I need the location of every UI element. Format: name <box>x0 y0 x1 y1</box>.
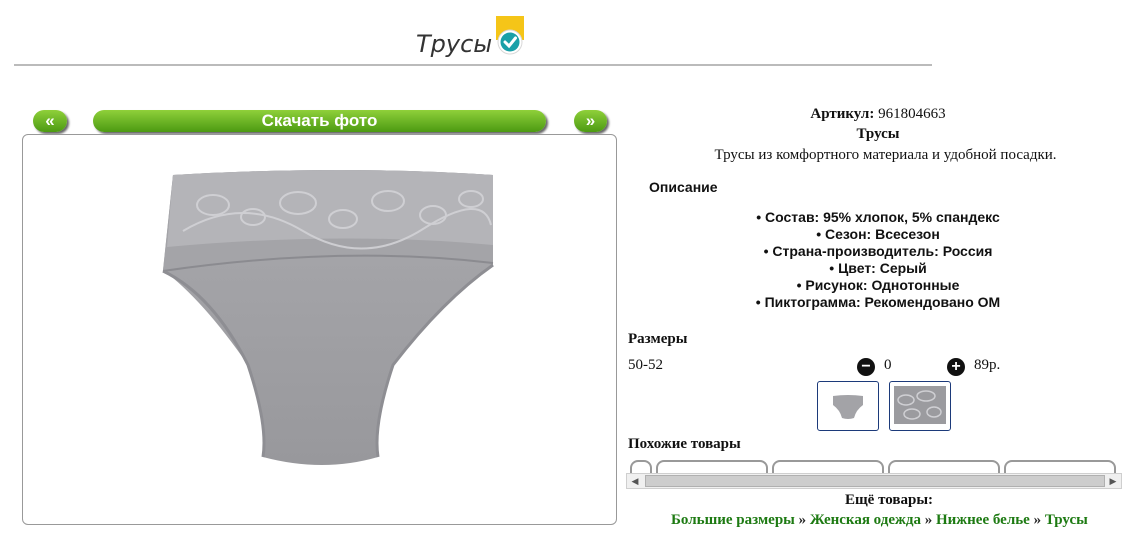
carousel-item[interactable] <box>1004 460 1116 474</box>
prev-photo-button[interactable]: « <box>33 110 67 132</box>
sizes-heading: Размеры <box>628 331 688 347</box>
description-heading: Описание <box>649 179 718 195</box>
briefs-image <box>162 170 494 465</box>
article-value: 961804663 <box>878 106 946 122</box>
breadcrumb-link[interactable]: Трусы <box>1045 512 1088 528</box>
carousel-item[interactable] <box>630 460 652 474</box>
property-item: Пиктограмма: Рекомендовано ОМ <box>628 294 1124 311</box>
breadcrumb-link[interactable]: Женская одежда <box>810 512 921 528</box>
product-short-description: Трусы из комфортного материала и удобной… <box>714 147 1057 163</box>
size-label: 50-52 <box>628 357 663 373</box>
size-row: 50-52 − 0 + 89р. <box>628 357 1048 377</box>
breadcrumb-separator: » <box>798 512 807 528</box>
property-item: Цвет: Серый <box>628 260 1124 277</box>
carousel-scrollbar[interactable]: ◀ ▶ <box>626 473 1122 489</box>
property-item: Страна-производитель: Россия <box>628 243 1124 260</box>
verified-check-icon <box>496 16 524 55</box>
breadcrumb-link[interactable]: Нижнее белье <box>936 512 1030 528</box>
carousel-item[interactable] <box>888 460 1000 474</box>
similar-heading: Похожие товары <box>628 436 741 452</box>
minus-circle-icon[interactable]: − <box>857 358 875 376</box>
product-photo[interactable] <box>22 134 617 525</box>
product-name: Трусы <box>856 126 900 142</box>
property-item: Сезон: Всесезон <box>628 226 1124 243</box>
photo-thumbnail[interactable] <box>889 381 951 431</box>
title-divider <box>14 64 932 66</box>
more-products-heading: Ещё товары: <box>845 492 934 508</box>
carousel-item[interactable] <box>772 460 884 474</box>
carousel-item[interactable] <box>656 460 768 474</box>
next-photo-button[interactable]: » <box>574 110 607 132</box>
article-label: Артикул: <box>810 106 875 122</box>
lace-closeup-thumbnail-image <box>894 386 946 424</box>
breadcrumb-separator: » <box>924 512 933 528</box>
page-title: Трусы <box>416 30 493 58</box>
price-value: 89р. <box>974 357 1001 373</box>
property-list: Состав: 95% хлопок, 5% спандекс Сезон: В… <box>628 209 1124 311</box>
plus-circle-icon[interactable]: + <box>947 358 965 376</box>
breadcrumb-separator: » <box>1033 512 1042 528</box>
breadcrumb: Большие размеры » Женская одежда » Нижне… <box>671 512 1088 529</box>
scroll-left-icon[interactable]: ◀ <box>627 474 643 488</box>
similar-carousel <box>630 460 1118 474</box>
breadcrumb-link[interactable]: Большие размеры <box>671 512 795 528</box>
article-line: Артикул: 961804663 <box>628 106 1124 123</box>
scrollbar-thumb[interactable] <box>645 475 1105 487</box>
photo-thumbnail[interactable] <box>817 381 879 431</box>
property-item: Рисунок: Однотонные <box>628 277 1124 294</box>
property-item: Состав: 95% хлопок, 5% спандекс <box>628 209 1124 226</box>
scroll-right-icon[interactable]: ▶ <box>1105 474 1121 488</box>
download-photo-button[interactable]: Скачать фото <box>93 110 546 132</box>
quantity-value: 0 <box>884 357 892 373</box>
briefs-thumbnail-image <box>833 395 863 419</box>
